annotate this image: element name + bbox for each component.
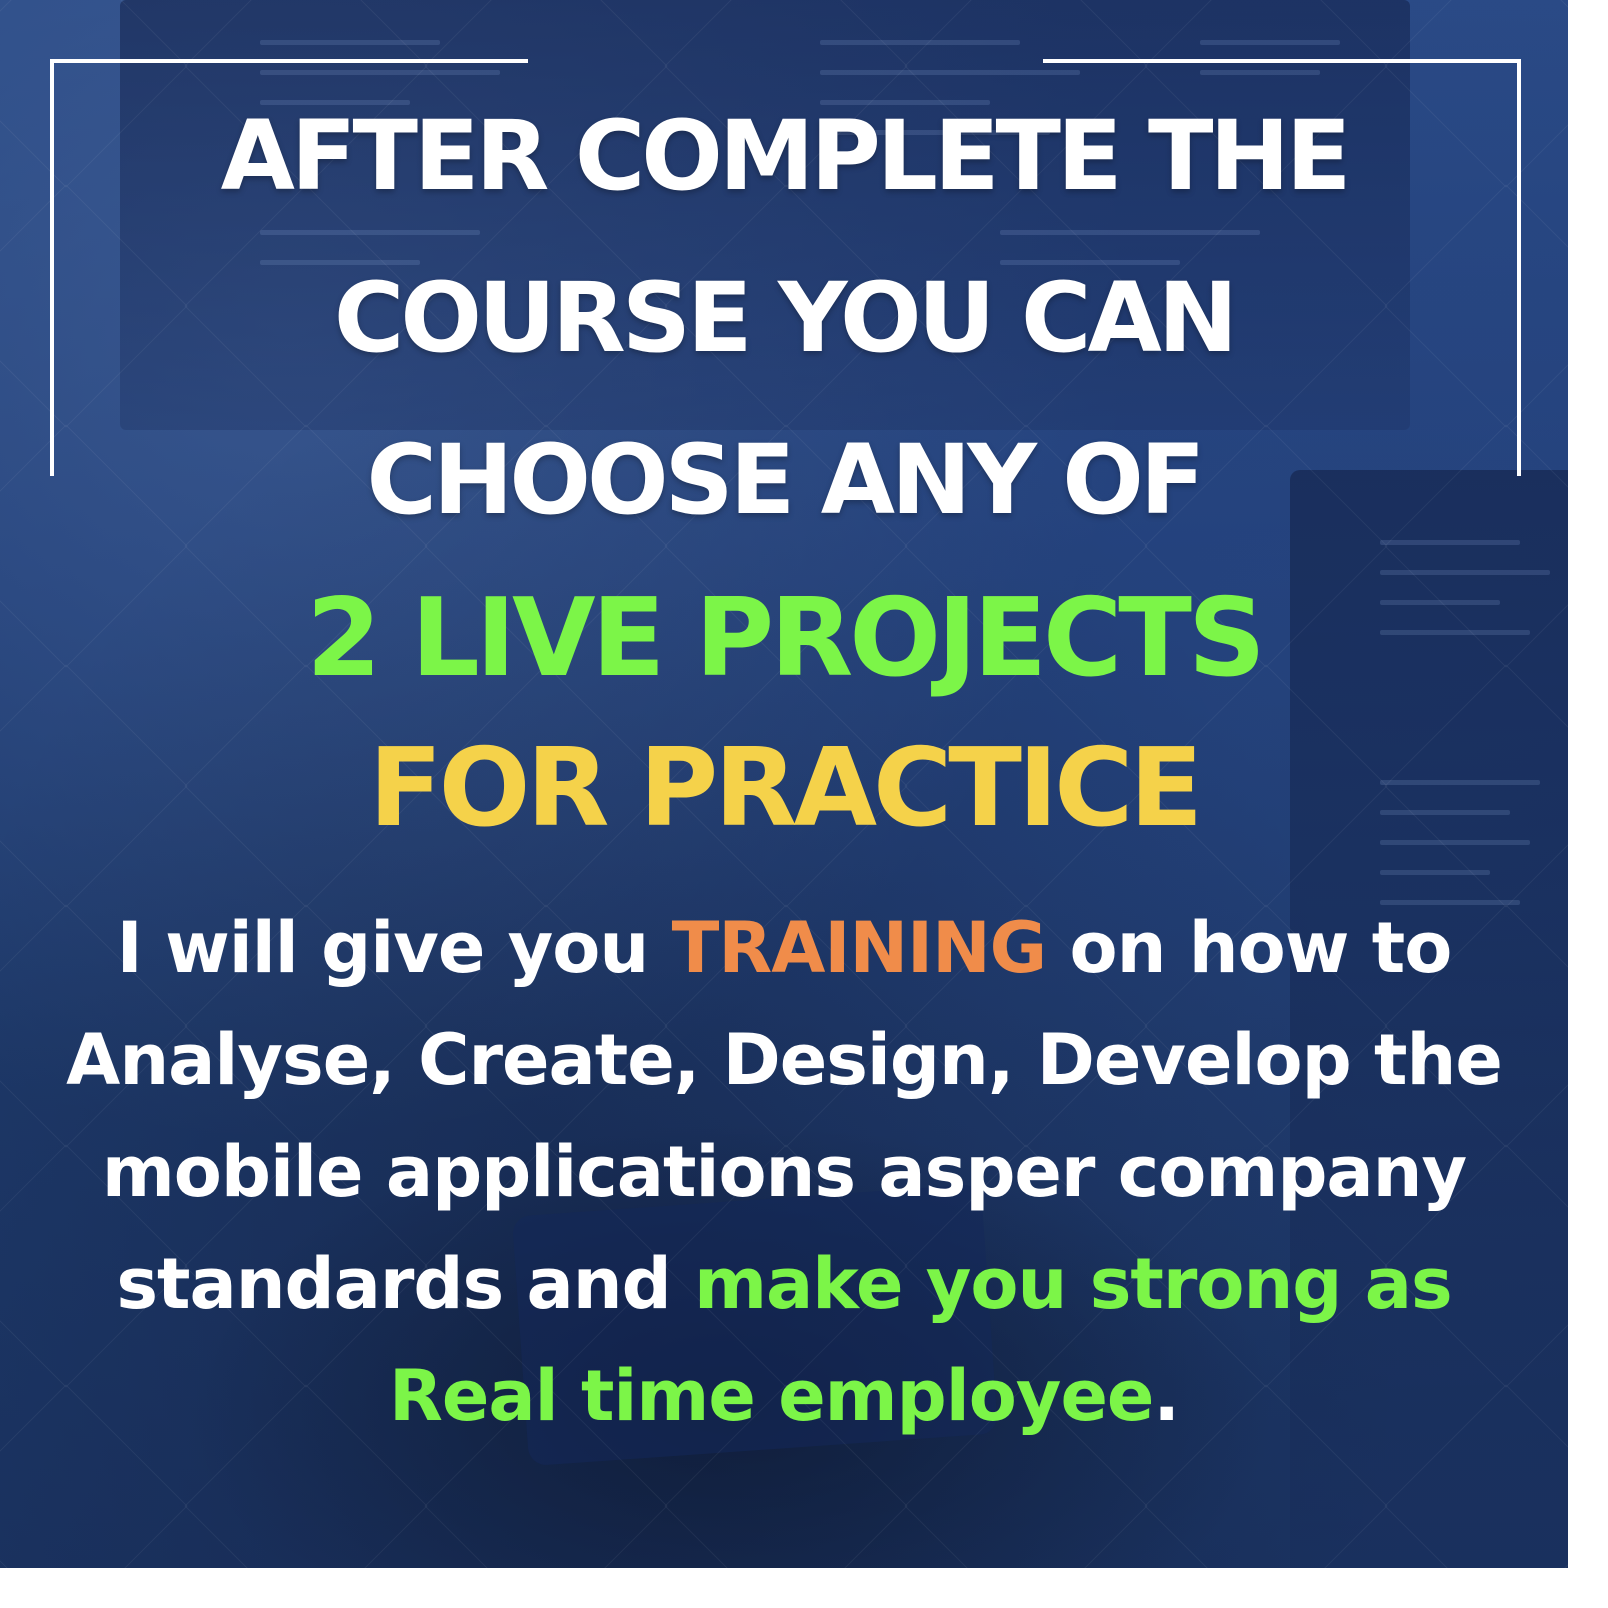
frame-top-left-line [50,59,528,63]
background-code-line [820,40,1020,45]
promo-poster: AFTER COMPLETE THE COURSE YOU CAN CHOOSE… [0,0,1608,1608]
make-you-strong-emphasis: make you strong as [694,1243,1453,1325]
real-time-employee-emphasis: Real time employee [388,1355,1154,1437]
bottom-edge-border [0,1568,1608,1608]
description-line-1-end: on how to [1046,907,1453,989]
description-line-2: Analyse, Create, Design, Develop the [66,1019,1503,1101]
background-code-line [260,40,440,45]
description-line-1: I will give you TRAINING on how to [0,892,1568,1004]
background-code-line [1380,570,1550,575]
background-code-line [1380,870,1490,875]
background-code-line [1200,40,1340,45]
for-practice-heading: FOR PRACTICE [368,726,1203,851]
description-line-4-start: standards and [116,1243,695,1325]
live-projects-heading: 2 LIVE PROJECTS [306,576,1266,701]
background-code-line [1380,540,1520,545]
frame-top-right-line [1043,59,1521,63]
training-description: I will give you TRAINING on how to Analy… [0,892,1568,1452]
description-line-1-start: I will give you [116,907,672,989]
headline-line-2: COURSE YOU CAN [333,262,1238,374]
background-code-line [1200,70,1320,75]
description-line-4: standards and make you strong as [0,1228,1568,1340]
background-code-line [260,230,480,235]
headline-line-1: AFTER COMPLETE THE [220,100,1352,212]
background-code-line [260,70,500,75]
description-line-5-end: . [1153,1355,1180,1437]
background-code-line [1000,230,1260,235]
headline-line-3: CHOOSE ANY OF [366,424,1206,536]
description-line-3: mobile applications asper company [101,1131,1467,1213]
background-code-line [820,70,1080,75]
training-emphasis: TRAINING [671,907,1048,989]
description-line-5: Real time employee. [0,1340,1568,1452]
right-edge-border [1568,0,1608,1608]
